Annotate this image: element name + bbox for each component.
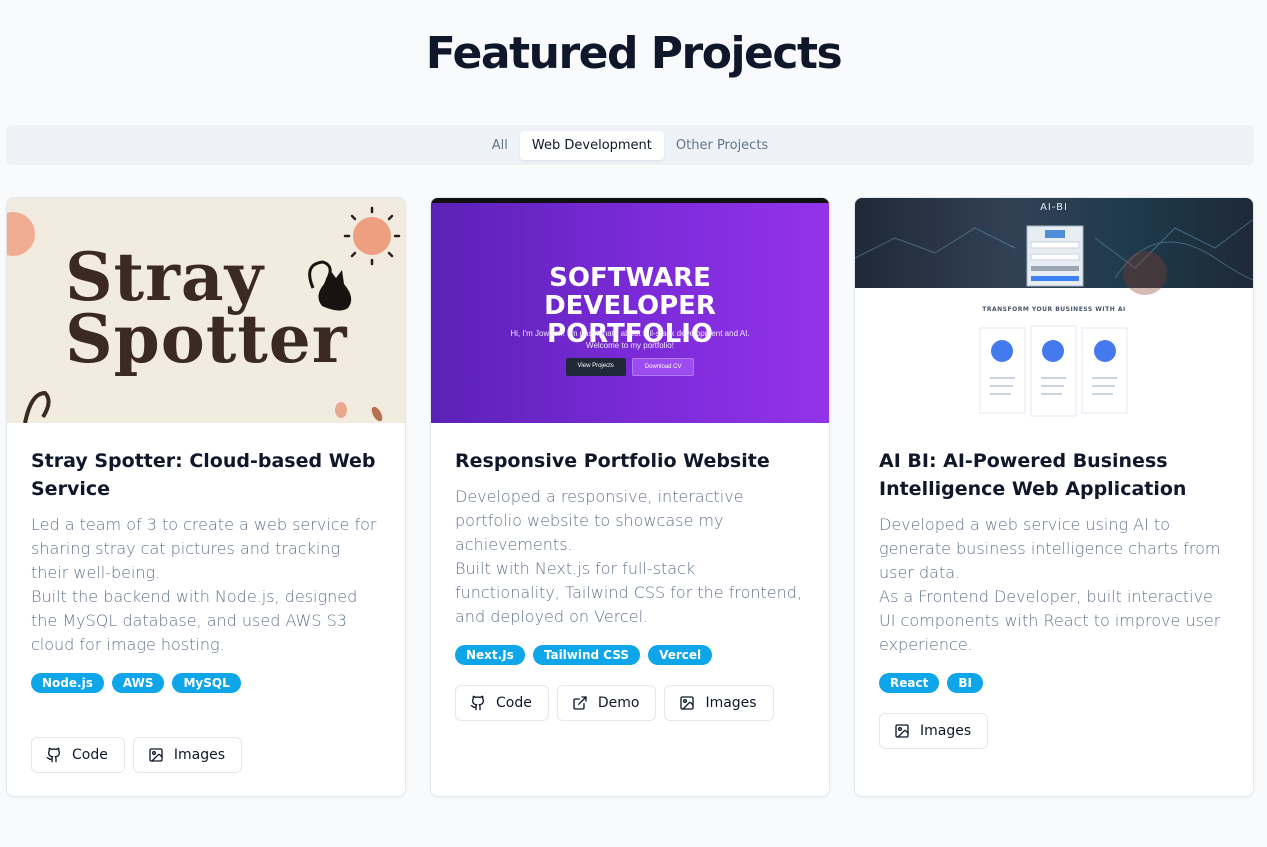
tag: AWS (111, 673, 165, 693)
project-description: Led a team of 3 to create a web service … (31, 515, 377, 654)
tag: BI (947, 673, 983, 693)
external-link-icon (573, 696, 587, 710)
tag-list: React BI (879, 673, 1229, 693)
project-image-stray-spotter[interactable]: Stray Spotter (7, 198, 405, 423)
page-title: Featured Projects (425, 28, 843, 79)
stray-spotter-logo-text: Stray Spotter (65, 238, 348, 378)
ai-bi-hero-heading: TRANSFORM YOUR BUSINESS WITH AI (982, 306, 1126, 313)
project-description: Developed a responsive, interactive port… (455, 487, 802, 626)
project-description: Developed a web service using AI to gene… (879, 515, 1221, 654)
code-button[interactable]: Code (31, 737, 125, 773)
project-card-portfolio: SOFTWARE DEVELOPER PORTFOLIO Hi, I'm Jow… (430, 197, 830, 797)
project-title: Stray Spotter: Cloud-based Web Service (31, 450, 376, 500)
github-icon (470, 695, 485, 711)
project-card-ai-bi: AI-BI TRANSFORM YOUR BUSINESS WITH AI AI… (854, 197, 1254, 797)
project-image-ai-bi[interactable]: AI-BI TRANSFORM YOUR BUSINESS WITH AI (855, 198, 1253, 423)
images-button[interactable]: Images (879, 713, 989, 749)
project-card-stray-spotter: Stray Spotter Stray Spotter: Cloud-based… (6, 197, 406, 797)
portfolio-view-projects-button: View Projects (565, 358, 626, 376)
tab-other-projects[interactable]: Other Projects (668, 131, 776, 160)
project-actions: Code Images (31, 737, 242, 773)
ai-bi-brand-text: AI-BI (1040, 202, 1068, 213)
tag: Tailwind CSS (532, 645, 641, 665)
tag-list: Node.js AWS MySQL (31, 673, 381, 693)
demo-button[interactable]: Demo (556, 685, 657, 721)
tag: Node.js (31, 673, 104, 693)
portfolio-download-cv-button: Download CV (631, 358, 695, 376)
project-title: Responsive Portfolio Website (455, 450, 770, 472)
github-icon (46, 747, 61, 763)
tab-web-development[interactable]: Web Development (519, 130, 664, 160)
project-title: AI BI: AI-Powered Business Intelligence … (879, 450, 1187, 500)
portfolio-hero-subtext: Hi, I'm Jowoon! I'm passionate about ful… (510, 329, 750, 350)
tag-list: Next.Js Tailwind CSS Vercel (455, 645, 805, 665)
image-icon (149, 748, 163, 762)
tag: React (879, 673, 940, 693)
tag: Vercel (648, 645, 713, 665)
project-actions: Images (879, 713, 989, 749)
project-filter-tabs: All Web Development Other Projects (6, 125, 1254, 165)
code-button[interactable]: Code (455, 685, 549, 721)
images-button[interactable]: Images (664, 685, 774, 721)
tag: Next.Js (455, 645, 525, 665)
image-icon (680, 696, 695, 710)
tab-all[interactable]: All (484, 131, 516, 160)
tag: MySQL (172, 673, 241, 693)
project-actions: Code Demo Images (455, 685, 774, 721)
images-button[interactable]: Images (132, 737, 242, 773)
image-icon (895, 724, 909, 738)
project-image-portfolio[interactable]: SOFTWARE DEVELOPER PORTFOLIO Hi, I'm Jow… (431, 198, 829, 423)
